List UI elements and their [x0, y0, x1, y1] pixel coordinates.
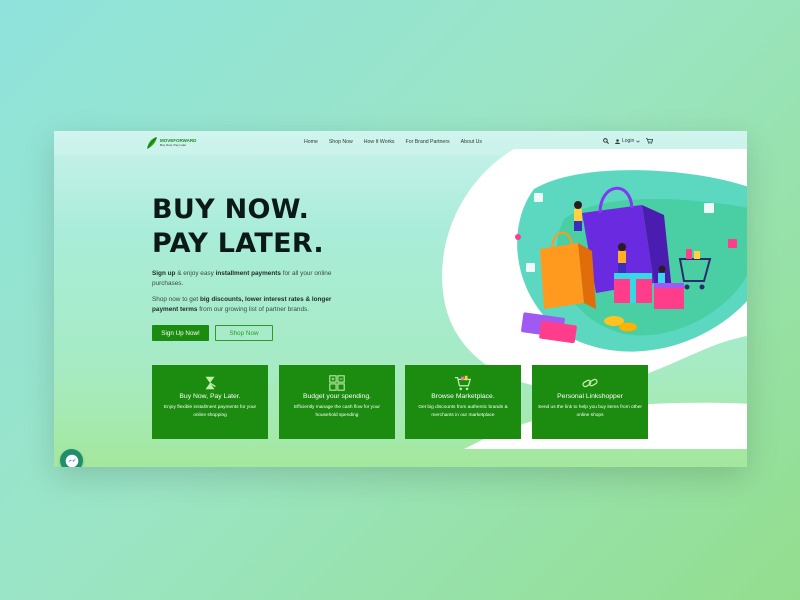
p2-text-a: Shop now to get	[152, 296, 200, 303]
hero-title: BUY NOW. PAY LATER.	[152, 193, 324, 261]
hero-paragraph-signup: Sign up & enjoy easy installment payment…	[152, 269, 342, 289]
signup-strong-text: Sign up	[152, 270, 176, 277]
feature-desc: Send us the link to help you buy items f…	[538, 405, 642, 418]
calculator-icon	[329, 375, 345, 391]
feature-desc: Get big discounts from authentic brands …	[418, 405, 508, 418]
nav-actions: Login	[603, 138, 654, 144]
hero-title-line1: BUY NOW.	[152, 194, 310, 225]
feature-desc: Efficiently manage the cash flow for you…	[293, 405, 381, 418]
browser-window: MOVEFORWARD Buy Now, Pay Later Home Shop…	[54, 131, 747, 467]
brand-tagline: Buy Now, Pay Later	[160, 142, 187, 147]
user-icon	[615, 138, 620, 144]
feature-title: Buy Now, Pay Later.	[179, 393, 241, 400]
hero-title-line2: PAY LATER.	[152, 228, 324, 259]
sign-up-button[interactable]: Sign Up Now!	[152, 325, 209, 341]
nav-how-it-works[interactable]: How It Works	[364, 139, 395, 145]
chevron-down-icon	[636, 140, 640, 143]
search-icon[interactable]	[603, 138, 609, 144]
p2-text-b: from our growing list of partner brands.	[197, 306, 309, 313]
messenger-chat-button[interactable]	[60, 449, 83, 467]
feature-title: Browse Marketplace.	[431, 393, 495, 400]
link-icon	[582, 378, 598, 388]
shop-now-button[interactable]: Shop Now	[215, 325, 273, 341]
feature-card-bnpl[interactable]: Buy Now, Pay Later. Enjoy flexible insta…	[152, 365, 268, 439]
installment-strong-text: installment payments	[215, 270, 281, 277]
login-label: Login	[622, 138, 635, 144]
nav-brand-partners[interactable]: For Brand Partners	[406, 139, 450, 145]
feature-title: Personal Linkshopper	[557, 393, 623, 400]
leaf-logo-icon	[147, 137, 157, 149]
messenger-icon	[65, 454, 78, 467]
shopping-cart-icon	[454, 375, 472, 391]
login-dropdown[interactable]: Login	[615, 138, 640, 144]
shopping-illustration	[515, 186, 737, 343]
nav-shop-now[interactable]: Shop Now	[329, 139, 353, 145]
main-menu: Home Shop Now How It Works For Brand Par…	[304, 139, 482, 145]
nav-home[interactable]: Home	[304, 139, 318, 145]
nav-about-us[interactable]: About Us	[461, 139, 482, 145]
p1-text-a: & enjoy easy	[175, 270, 216, 277]
feature-card-linkshopper[interactable]: Personal Linkshopper Send us the link to…	[532, 365, 648, 439]
brand-logo[interactable]: MOVEFORWARD Buy Now, Pay Later	[146, 135, 198, 151]
hourglass-icon	[205, 376, 216, 390]
cart-icon[interactable]	[646, 138, 654, 144]
feature-card-marketplace[interactable]: Browse Marketplace. Get big discounts fr…	[405, 365, 521, 439]
feature-desc: Enjoy flexible installment payments for …	[163, 405, 257, 418]
feature-title: Budget your spending.	[302, 393, 372, 400]
hero-paragraph-shop: Shop now to get big discounts, lower int…	[152, 295, 342, 315]
feature-card-budget[interactable]: Budget your spending. Efficiently manage…	[279, 365, 395, 439]
